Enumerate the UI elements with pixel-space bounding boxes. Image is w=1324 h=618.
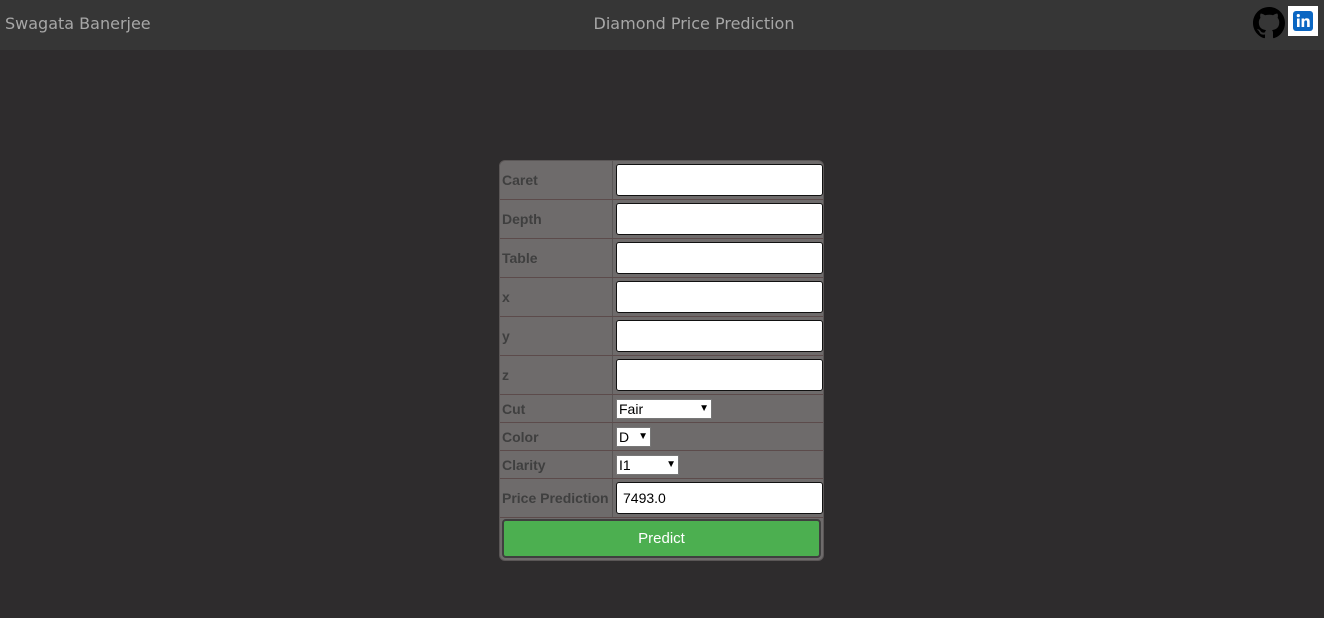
form-table: Caret Depth Table x y z Cut Fair ▼ Color… <box>500 161 823 518</box>
page-title: Diamond Price Prediction <box>593 14 795 33</box>
y-label: y <box>500 316 613 356</box>
github-icon[interactable] <box>1253 7 1285 39</box>
clarity-label: Clarity <box>500 450 613 479</box>
x-input[interactable] <box>616 281 823 313</box>
z-input[interactable] <box>616 359 823 391</box>
table-input[interactable] <box>616 242 823 274</box>
clarity-selected-value: I1 <box>619 456 631 473</box>
price-prediction-output[interactable] <box>616 482 823 514</box>
x-label: x <box>500 277 613 317</box>
form-row-color: Color D ▼ <box>500 422 823 451</box>
predict-button[interactable]: Predict <box>502 519 821 558</box>
cut-select[interactable]: Fair ▼ <box>616 398 712 419</box>
color-select[interactable]: D ▼ <box>616 426 651 447</box>
form-row-x: x <box>500 277 823 317</box>
y-input[interactable] <box>616 320 823 352</box>
color-selected-value: D <box>619 428 630 445</box>
form-row-table: Table <box>500 238 823 278</box>
form-row-depth: Depth <box>500 199 823 239</box>
table-label: Table <box>500 238 613 278</box>
form-row-price-prediction: Price Prediction <box>500 478 823 518</box>
depth-input[interactable] <box>616 203 823 235</box>
price-prediction-label: Price Prediction <box>500 478 613 518</box>
prediction-form: Caret Depth Table x y z Cut Fair ▼ Color… <box>499 160 824 561</box>
caret-input[interactable] <box>616 164 823 196</box>
caret-label: Caret <box>500 161 613 200</box>
cut-selected-value: Fair <box>619 400 644 417</box>
top-bar: Swagata Banerjee Diamond Price Predictio… <box>0 0 1324 50</box>
chevron-down-icon: ▼ <box>638 431 648 442</box>
form-row-cut: Cut Fair ▼ <box>500 394 823 423</box>
chevron-down-icon: ▼ <box>666 459 676 470</box>
cut-label: Cut <box>500 394 613 423</box>
linkedin-icon[interactable] <box>1288 6 1318 36</box>
form-row-caret: Caret <box>500 161 823 200</box>
form-row-y: y <box>500 316 823 356</box>
form-row-z: z <box>500 355 823 395</box>
form-row-clarity: Clarity I1 ▼ <box>500 450 823 479</box>
depth-label: Depth <box>500 199 613 239</box>
chevron-down-icon: ▼ <box>699 403 709 414</box>
z-label: z <box>500 355 613 395</box>
clarity-select[interactable]: I1 ▼ <box>616 454 679 475</box>
color-label: Color <box>500 422 613 451</box>
